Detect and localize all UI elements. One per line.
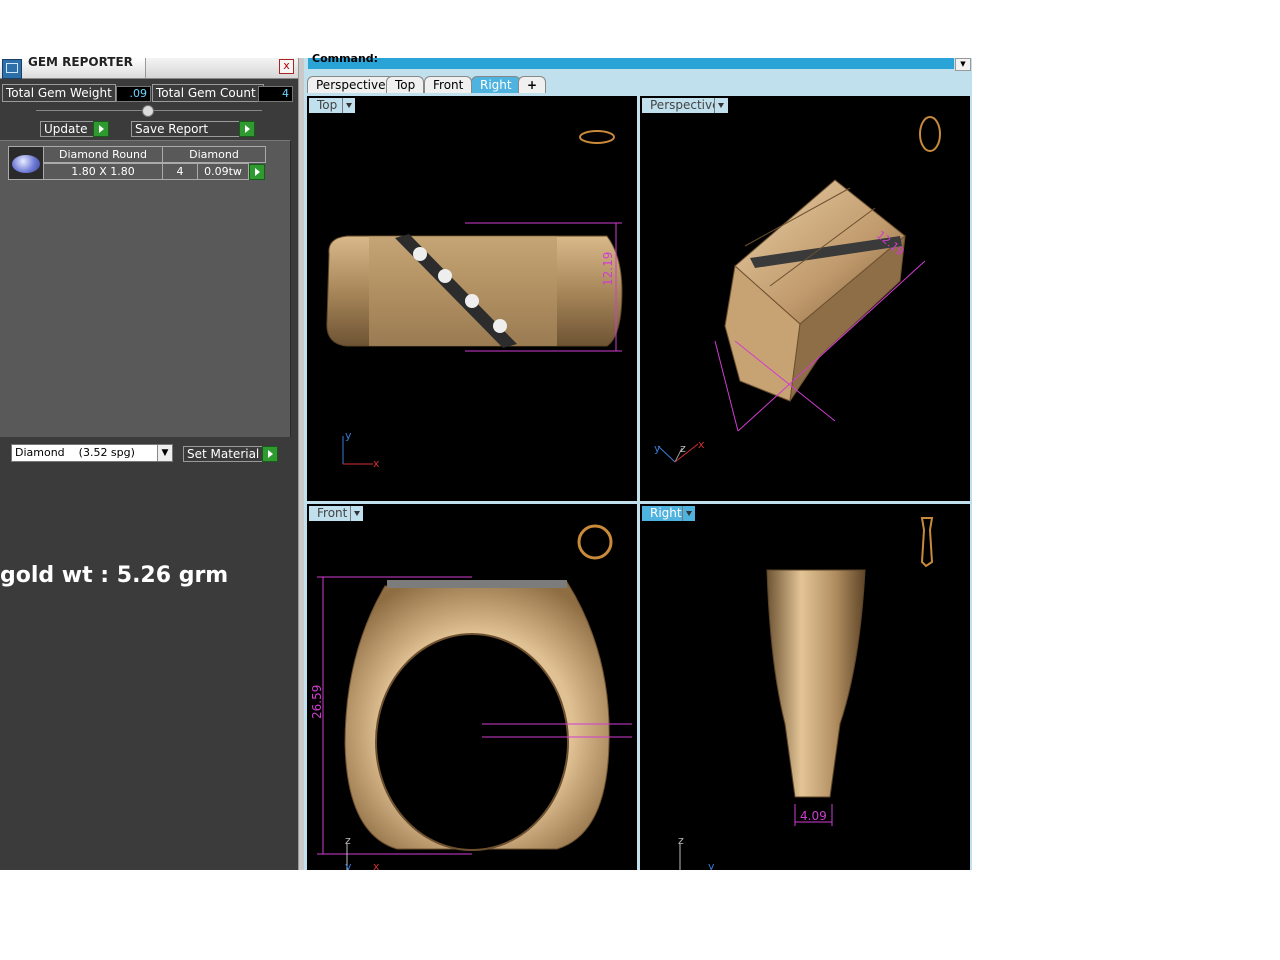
ring-thumbnail-icon bbox=[919, 116, 941, 152]
front-dimension-text: 26.59 bbox=[310, 685, 324, 719]
gem-material-cell[interactable]: Diamond bbox=[162, 146, 266, 163]
material-select[interactable]: Diamond (3.52 spg) ▼ bbox=[11, 444, 173, 462]
total-gem-weight-value: .09 bbox=[116, 86, 151, 102]
diamond-round-icon bbox=[8, 146, 44, 180]
gold-weight-text: gold wt : 5.26 grm bbox=[0, 563, 229, 588]
total-gem-count-label: Total Gem Count bbox=[152, 84, 264, 102]
gem-size-cell[interactable]: 1.80 X 1.80 bbox=[43, 163, 163, 180]
chevron-down-icon[interactable]: ▼ bbox=[955, 58, 971, 71]
tab-add[interactable]: + bbox=[518, 76, 547, 93]
update-button[interactable]: Update bbox=[40, 121, 95, 137]
gem-weight-cell[interactable]: 0.09tw bbox=[197, 163, 249, 180]
perspective-view-drawing: 12.19 y z x bbox=[654, 116, 941, 463]
save-report-button[interactable]: Save Report bbox=[131, 121, 240, 137]
command-label: Command: bbox=[312, 52, 379, 65]
material-select-value: Diamond (3.52 spg) bbox=[15, 446, 135, 459]
svg-text:x: x bbox=[373, 457, 380, 470]
ring-thumbnail-icon bbox=[920, 517, 934, 568]
gem-count-cell[interactable]: 4 bbox=[162, 163, 198, 180]
total-gem-count-value: 4 bbox=[258, 86, 293, 102]
svg-text:z: z bbox=[345, 834, 351, 847]
set-material-go-icon[interactable] bbox=[262, 446, 278, 462]
svg-text:y: y bbox=[345, 429, 352, 442]
gem-row-go-icon[interactable] bbox=[249, 164, 265, 180]
set-material-button[interactable]: Set Material bbox=[183, 446, 264, 462]
tab-right[interactable]: Right bbox=[471, 76, 521, 93]
gem-shape-cell[interactable]: Diamond Round bbox=[43, 146, 163, 163]
slider-handle[interactable] bbox=[142, 105, 154, 117]
right-dimension-text: 4.09 bbox=[800, 809, 827, 823]
front-view-drawing: 26.59 z y x bbox=[310, 524, 632, 870]
update-go-icon[interactable] bbox=[93, 121, 109, 137]
svg-text:y: y bbox=[345, 860, 352, 870]
svg-text:x: x bbox=[373, 860, 380, 870]
ring-thumbnail-icon bbox=[577, 524, 613, 560]
gem-reporter-tab[interactable]: GEM REPORTER bbox=[0, 55, 146, 79]
save-report-go-icon[interactable] bbox=[239, 121, 255, 137]
right-view-drawing: 4.09 z y bbox=[678, 517, 934, 870]
gem-reporter-title-bar: GEM REPORTER x bbox=[0, 55, 298, 79]
gem-list bbox=[0, 140, 291, 437]
svg-text:x: x bbox=[698, 438, 705, 451]
svg-text:z: z bbox=[678, 834, 684, 847]
top-dimension-text: 12.19 bbox=[601, 252, 615, 286]
tab-perspective[interactable]: Perspective bbox=[307, 76, 395, 93]
total-gem-weight-label: Total Gem Weight bbox=[2, 84, 116, 102]
gem-reporter-panel: GEM REPORTER x Total Gem Weight .09 Tota… bbox=[0, 55, 298, 870]
tab-top[interactable]: Top bbox=[386, 76, 425, 93]
viewport-perspective[interactable]: Perspective 12.19 y z x bbox=[640, 96, 970, 501]
top-view-drawing: 12.19 y x bbox=[326, 130, 623, 470]
close-button[interactable]: x bbox=[279, 59, 294, 74]
svg-text:y: y bbox=[654, 442, 661, 455]
chevron-down-icon[interactable]: ▼ bbox=[157, 445, 172, 461]
command-bar[interactable] bbox=[308, 58, 954, 69]
svg-text:y: y bbox=[708, 860, 715, 870]
svg-text:z: z bbox=[680, 442, 686, 455]
gem-reporter-logo-icon bbox=[2, 59, 22, 79]
viewport-front[interactable]: Front 26.59 z y x bbox=[307, 504, 637, 870]
viewport-top[interactable]: Top 12.19 y x bbox=[307, 96, 637, 501]
ring-thumbnail-icon bbox=[579, 130, 615, 144]
viewport-right[interactable]: Right 4.09 z y bbox=[640, 504, 970, 870]
gem-reporter-title: GEM REPORTER bbox=[28, 55, 133, 69]
tab-front[interactable]: Front bbox=[424, 76, 473, 93]
